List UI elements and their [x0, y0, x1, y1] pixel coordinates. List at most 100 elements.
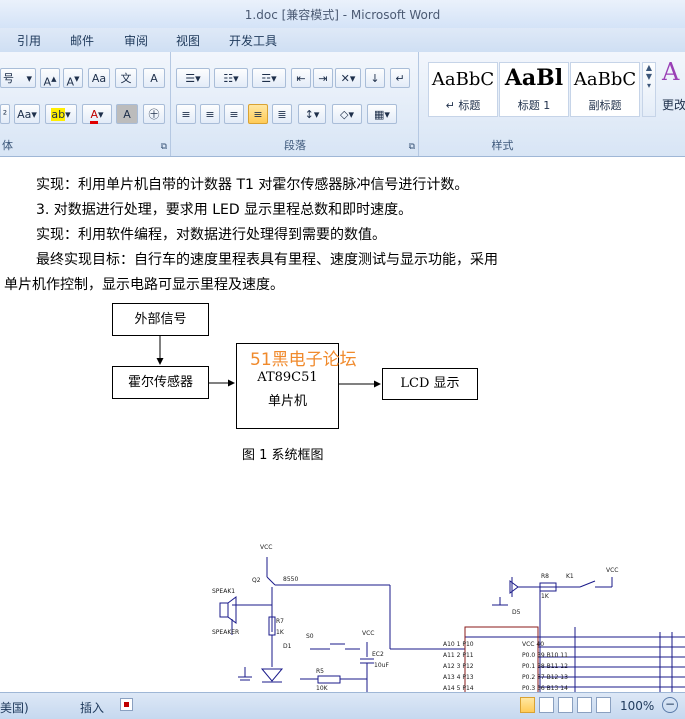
tab-mailings[interactable]: 邮件	[70, 32, 94, 49]
shrink-font-icon[interactable]: A▼	[63, 68, 83, 89]
decrease-indent-icon[interactable]: ⇤	[291, 68, 311, 88]
clear-format-icon[interactable]: Aa	[88, 68, 110, 88]
chip-pin-label: P0.1 38 B11 12	[522, 663, 568, 670]
ribbon: 号 ▾ A▲ A▼ Aa 文 A ² Aa▾ ab▾ A▾ A ㊉ 体 ⧉ ☰▾ …	[0, 52, 685, 157]
borders-icon[interactable]: ▦▾	[367, 104, 397, 124]
dialog-launcher-icon[interactable]: ⧉	[161, 142, 167, 152]
schematic-label: SPEAKER	[212, 629, 240, 636]
schematic-label: EC2	[372, 651, 384, 658]
change-case-icon[interactable]: Aa▾	[14, 104, 40, 124]
outline-view-icon[interactable]	[577, 697, 592, 713]
schematic-label: SPEAK1	[212, 588, 236, 595]
chinese-layout-icon[interactable]: ✕▾	[335, 68, 361, 88]
title-bar: 1.doc [兼容模式] - Microsoft Word	[0, 0, 685, 28]
style-name: 副标题	[588, 99, 622, 112]
chip-pin-label: A13 4 P13	[443, 674, 474, 681]
chip-pin-label: A11 2 P11	[443, 652, 474, 659]
paragraph-group-label: 段落	[284, 139, 306, 152]
styles-scroll[interactable]: ▲ ▼ ▾	[642, 62, 656, 117]
superscript-icon[interactable]: ²	[0, 104, 10, 124]
schematic-label: S0	[306, 633, 314, 640]
chip-pin-label: A14 5 P14	[443, 685, 474, 692]
show-marks-icon[interactable]: ↵	[390, 68, 410, 88]
highlight-color-icon[interactable]: ab▾	[45, 104, 77, 124]
align-right-icon[interactable]: ≡	[224, 104, 244, 124]
schematic-label: 10K	[316, 685, 328, 692]
tab-review[interactable]: 审阅	[124, 32, 148, 49]
schematic-wires	[219, 557, 685, 692]
schematic-label: VCC	[606, 567, 619, 574]
schematic-label: VCC	[260, 544, 273, 551]
schematic-label: D5	[512, 609, 521, 616]
char-border-icon[interactable]: A	[143, 68, 165, 88]
schematic-label: R7	[276, 618, 284, 625]
enclose-char-icon[interactable]: ㊉	[143, 104, 165, 124]
schematic-label: R5	[316, 668, 324, 675]
style-heading1[interactable]: AaBl 标题 1	[499, 62, 569, 117]
font-color-icon[interactable]: A▾	[82, 104, 112, 124]
font-group: 号 ▾ A▲ A▼ Aa 文 A ² Aa▾ ab▾ A▾ A ㊉ 体 ⧉	[0, 52, 171, 156]
style-name: 标题 1	[517, 99, 551, 112]
tab-view[interactable]: 视图	[176, 32, 200, 49]
dialog-launcher-icon[interactable]: ⧉	[409, 142, 415, 152]
schematic-label: K1	[566, 573, 574, 580]
style-sample: AaBbC	[573, 69, 637, 90]
tab-developer[interactable]: 开发工具	[229, 32, 277, 49]
status-insert-mode[interactable]: 插入	[80, 699, 104, 716]
schematic-label: 8550	[283, 576, 299, 583]
align-center-icon[interactable]: ≡	[200, 104, 220, 124]
schematic-label: R8	[541, 573, 549, 580]
ribbon-tabs: 引用 邮件 审阅 视图 开发工具	[0, 28, 685, 52]
schematic-label: 10uF	[374, 662, 389, 669]
schematic-label: Q2	[252, 577, 261, 584]
font-size-fragment: 号	[3, 72, 14, 85]
bullets-icon[interactable]: ☰▾	[176, 68, 210, 88]
macro-record-icon[interactable]	[120, 698, 133, 711]
change-styles-icon[interactable]: A	[662, 58, 679, 86]
chip-pin-label: A10 1 P10	[443, 641, 474, 648]
multilevel-list-icon[interactable]: ☲▾	[252, 68, 286, 88]
chip-pin-label: P0.0 39 B10 11	[522, 652, 568, 659]
draft-view-icon[interactable]	[596, 697, 611, 713]
align-left-icon[interactable]: ≡	[176, 104, 196, 124]
styles-group-label: 样式	[491, 139, 514, 152]
schematic-label: VCC	[362, 630, 375, 637]
justify-icon[interactable]: ≡	[248, 104, 268, 124]
chip-pin-label: P0.2 37 B12 13	[522, 674, 568, 681]
tab-references[interactable]: 引用	[17, 32, 41, 49]
zoom-out-icon[interactable]: −	[662, 697, 678, 713]
shading-icon[interactable]: ◇▾	[332, 104, 362, 124]
distributed-icon[interactable]: ≣	[272, 104, 292, 124]
paragraph-group: ☰▾ ☷▾ ☲▾ ⇤ ⇥ ✕▾ ↓ ↵ ≡ ≡ ≡ ≡ ≣ ↕▾ ◇▾ ▦▾ 段…	[172, 52, 419, 156]
print-layout-icon[interactable]	[520, 697, 535, 713]
style-subtitle[interactable]: AaBbC 副标题	[570, 62, 640, 117]
schematic-label: D1	[283, 643, 292, 650]
status-language[interactable]: 美国)	[0, 699, 29, 716]
schematic-label: 1K	[276, 629, 284, 636]
sort-icon[interactable]: ↓	[365, 68, 385, 88]
web-layout-icon[interactable]	[558, 697, 573, 713]
char-shading-icon[interactable]: A	[116, 104, 138, 124]
zoom-level[interactable]: 100%	[620, 699, 654, 713]
increase-indent-icon[interactable]: ⇥	[313, 68, 333, 88]
full-screen-reading-icon[interactable]	[539, 697, 554, 713]
change-styles-label[interactable]: 更改	[662, 96, 685, 113]
style-name: ↵ 标题	[445, 99, 481, 112]
chip-pin-label: VCC 40	[522, 641, 545, 648]
style-title[interactable]: AaBbC ↵ 标题	[428, 62, 498, 117]
style-sample: AaBl	[504, 65, 564, 91]
circuit-schematic: VCC Q2 8550 SPEAK1 SPEAKER R7 1K D1 S0 V…	[0, 157, 685, 692]
font-size-dropdown[interactable]: 号 ▾	[0, 68, 36, 88]
style-sample: AaBbC	[431, 69, 495, 90]
pinyin-guide-icon[interactable]: 文	[115, 68, 137, 88]
status-bar: 美国) 插入 100% −	[0, 692, 685, 719]
document-page[interactable]: 实现：利用单片机自带的计数器 T1 对霍尔传感器脉冲信号进行计数。 3. 对数据…	[0, 157, 685, 692]
line-spacing-icon[interactable]: ↕▾	[298, 104, 326, 124]
grow-font-icon[interactable]: A▲	[40, 68, 60, 89]
window-title: 1.doc [兼容模式] - Microsoft Word	[244, 8, 441, 22]
chevron-down-icon: ▾	[26, 72, 32, 85]
chip-pin-label: P0.3 36 B13 14	[522, 685, 568, 692]
font-group-label: 体	[2, 139, 13, 152]
styles-group: AaBbC ↵ 标题 AaBl 标题 1 AaBbC 副标题 ▲ ▼ ▾ A 更改 …	[420, 52, 685, 156]
numbering-icon[interactable]: ☷▾	[214, 68, 248, 88]
